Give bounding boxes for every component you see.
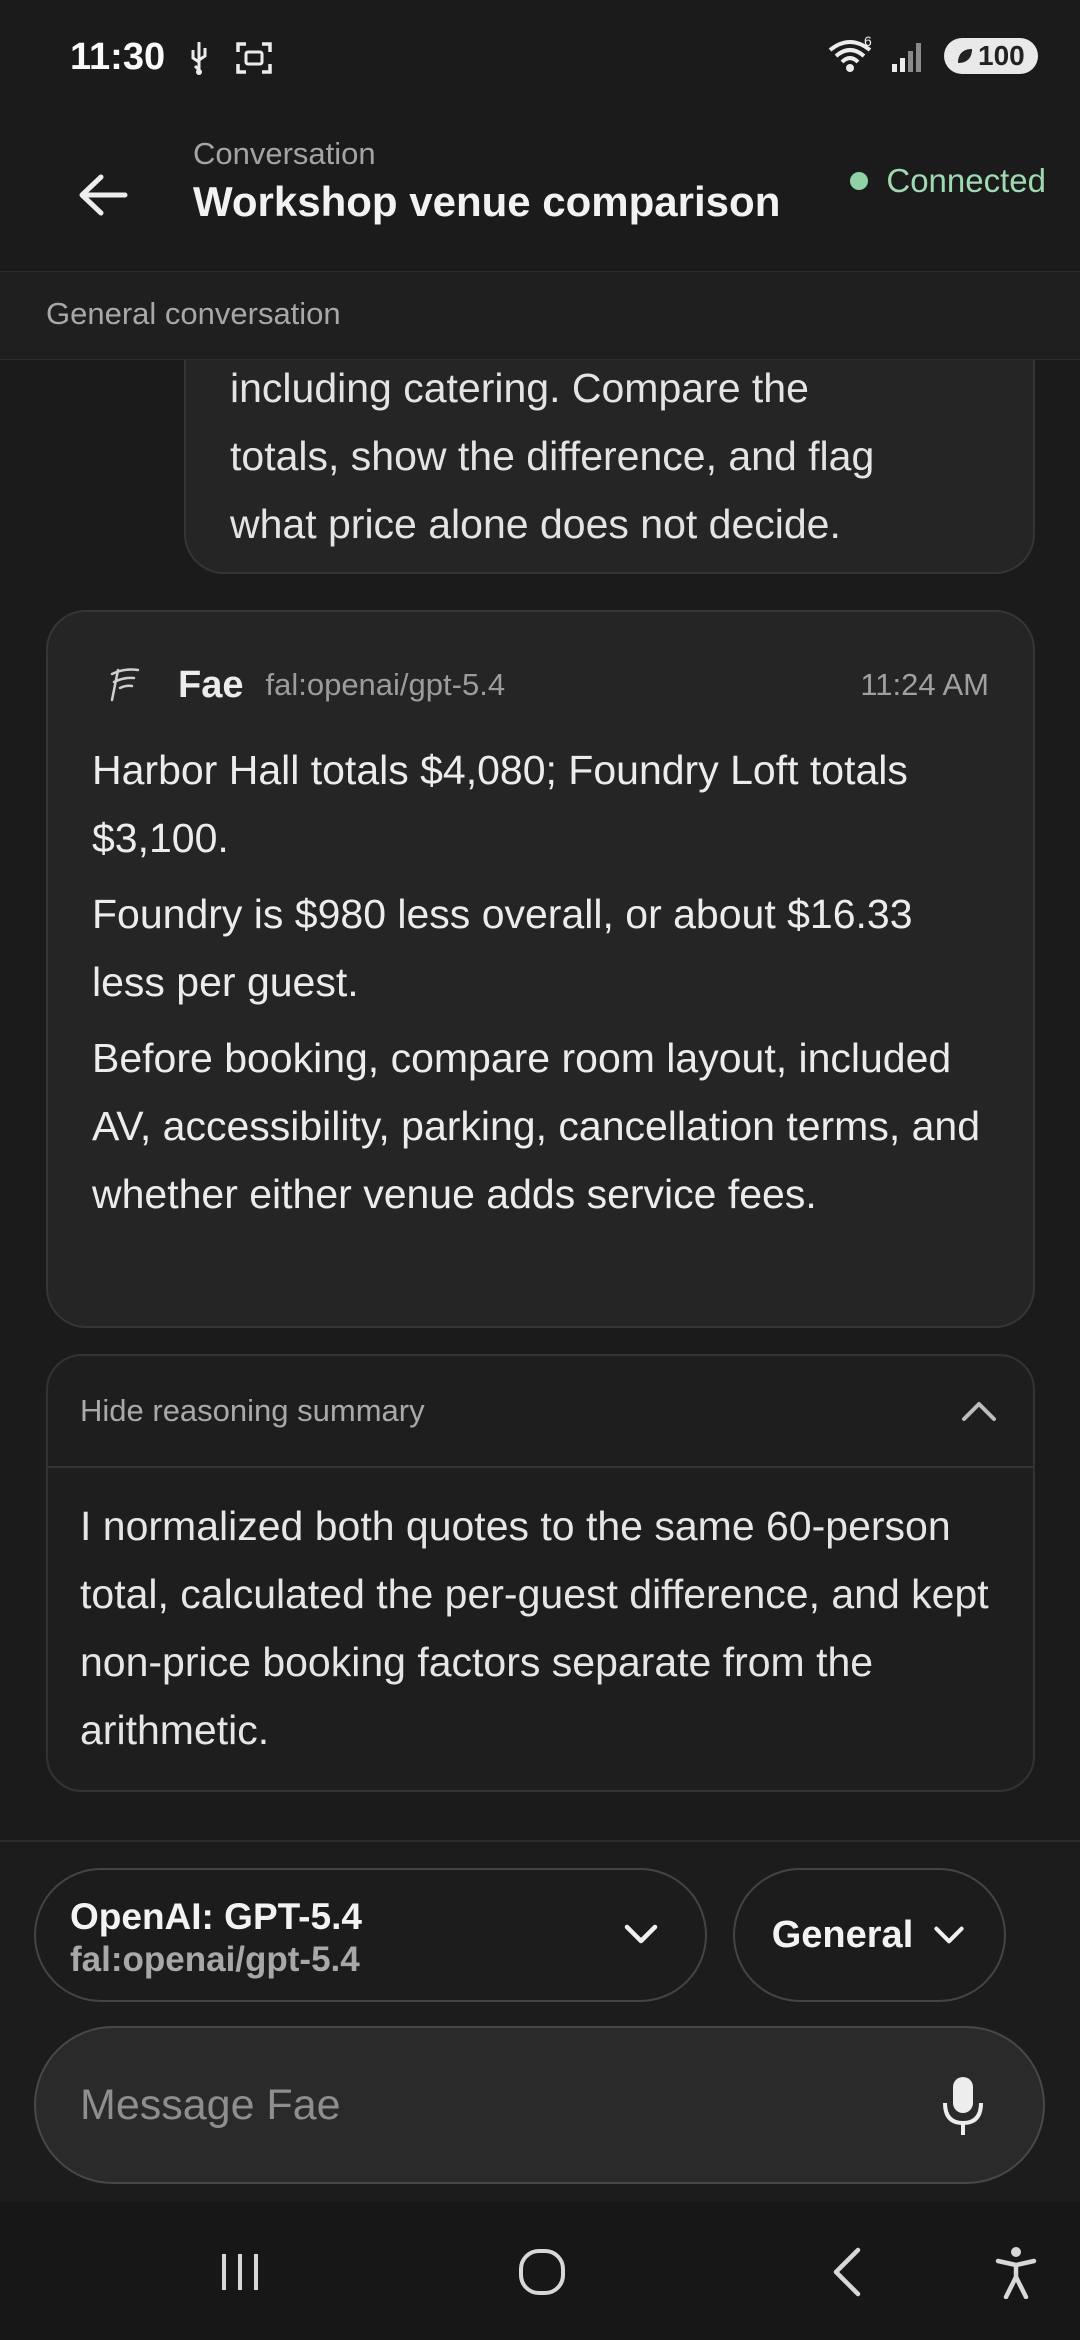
reasoning-text: I normalized both quotes to the same 60-…	[80, 1503, 989, 1753]
message-timestamp: 11:24 AM	[860, 667, 989, 702]
connection-label: Connected	[886, 162, 1046, 199]
conversation-mode-strip: General conversation	[0, 272, 1080, 360]
recents-button[interactable]	[204, 2236, 276, 2308]
reasoning-toggle-label: Hide reasoning summary	[80, 1393, 425, 1428]
mode-selector[interactable]: General	[733, 1868, 1006, 2002]
system-back-icon	[833, 2247, 861, 2297]
user-message-bubble: including catering. Compare the totals, …	[184, 360, 1035, 574]
assistant-name: Fae	[178, 663, 244, 706]
status-bar: 11:30 6 100	[0, 0, 1080, 120]
user-message-line: totals, show the difference, and flag	[230, 433, 875, 479]
composer: OpenAI: GPT-5.4 fal:openai/gpt-5.4 Gener…	[0, 1840, 1080, 2202]
battery-saver-leaf-icon	[958, 49, 972, 63]
message-box	[34, 2026, 1045, 2184]
recents-icon	[222, 2254, 258, 2290]
microphone-icon	[943, 2077, 983, 2135]
chevron-up-icon	[962, 1402, 996, 1421]
accessibility-button[interactable]	[980, 2236, 1052, 2308]
voice-input-button[interactable]	[933, 2074, 993, 2138]
reasoning-collapse-button[interactable]	[957, 1389, 1001, 1433]
status-dot-icon	[850, 172, 869, 190]
conversation-mode-label: General conversation	[46, 296, 341, 331]
assistant-message-card: Fae fal:openai/gpt-5.4 11:24 AM Harbor H…	[46, 610, 1035, 1328]
home-icon	[519, 2249, 565, 2295]
model-selector[interactable]: OpenAI: GPT-5.4 fal:openai/gpt-5.4	[34, 1868, 707, 2002]
system-back-button[interactable]	[810, 2236, 882, 2308]
assistant-paragraph: Harbor Hall totals $4,080; Foundry Loft …	[92, 747, 908, 861]
home-button[interactable]	[506, 2236, 578, 2308]
chevron-down-icon	[934, 1926, 964, 1944]
signal-icon	[892, 43, 921, 72]
connection-status: Connected	[850, 162, 1046, 200]
model-id: fal:openai/gpt-5.4	[70, 1940, 360, 1979]
user-message-line: including catering. Compare the	[230, 365, 809, 411]
message-input[interactable]	[80, 2028, 900, 2182]
assistant-paragraph: Foundry is $980 less overall, or about $…	[92, 891, 913, 1005]
network-badge: 6	[864, 36, 872, 49]
screenshot-icon	[236, 42, 272, 74]
accessibility-icon	[995, 2247, 1037, 2299]
system-navigation-bar	[0, 2202, 1080, 2340]
assistant-paragraph: Before booking, compare room layout, inc…	[92, 1035, 981, 1217]
status-time: 11:30	[70, 36, 166, 78]
app-header: Conversation Workshop venue comparison C…	[0, 120, 1080, 272]
chevron-down-icon	[624, 1924, 658, 1944]
user-message-line: what price alone does not decide.	[230, 501, 841, 547]
usb-icon	[191, 42, 207, 75]
back-button[interactable]	[66, 158, 140, 232]
message-feed[interactable]: including catering. Compare the totals, …	[0, 360, 1080, 1840]
assistant-model: fal:openai/gpt-5.4	[265, 667, 506, 702]
page-title: Workshop venue comparison	[193, 178, 781, 225]
fae-logo-icon	[110, 668, 140, 702]
mode-selector-label: General	[771, 1913, 914, 1956]
model-name: OpenAI: GPT-5.4	[70, 1896, 362, 1937]
battery-level: 100	[978, 40, 1025, 71]
arrow-left-icon	[79, 174, 128, 216]
reasoning-summary-card: Hide reasoning summary I normalized both…	[46, 1354, 1035, 1792]
reasoning-toggle[interactable]: Hide reasoning summary	[48, 1356, 1033, 1468]
header-subtitle: Conversation	[193, 136, 376, 171]
battery-indicator: 100	[944, 38, 1038, 74]
wifi-icon: 6	[828, 36, 872, 72]
assistant-message-header: Fae fal:openai/gpt-5.4 11:24 AM	[104, 660, 989, 710]
